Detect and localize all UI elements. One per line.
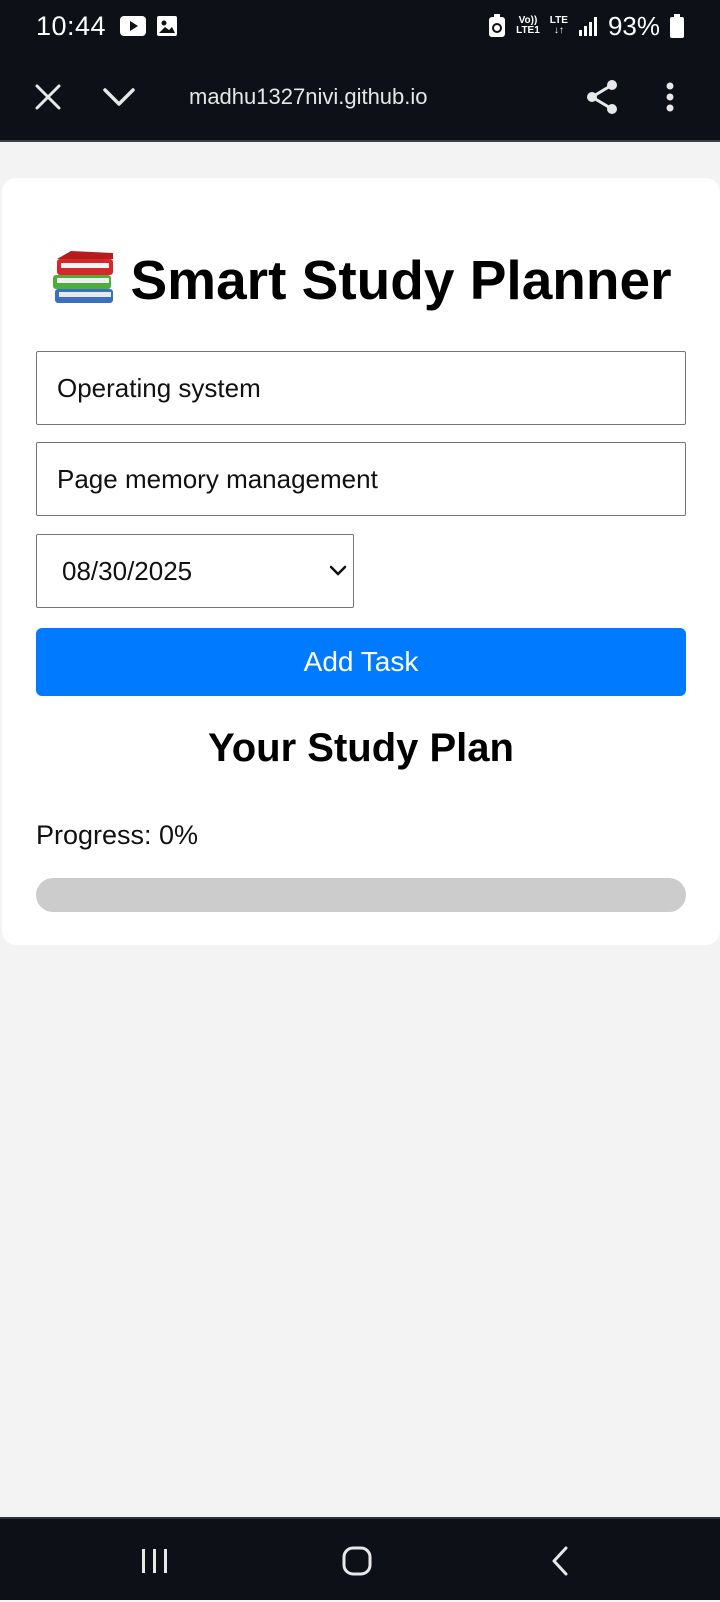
page-content: Smart Study Planner Operating system Pag…	[0, 142, 720, 1517]
title-text: Smart Study Planner	[130, 249, 672, 311]
page-title: Smart Study Planner	[2, 248, 720, 320]
progress-bar	[36, 878, 686, 912]
more-vert-icon[interactable]	[655, 52, 685, 142]
system-nav-bar	[0, 1517, 720, 1600]
topic-input[interactable]: Page memory management	[36, 442, 686, 516]
battery-percent: 93%	[607, 10, 660, 41]
browser-toolbar: madhu1327nivi.github.io	[0, 52, 720, 142]
lte-indicator: LTE ↓↑	[549, 15, 568, 36]
status-notification-icons	[120, 15, 178, 37]
chevron-down-icon[interactable]	[98, 52, 140, 142]
study-plan-heading: Your Study Plan	[208, 726, 514, 770]
progress-label: Progress: 0%	[36, 820, 199, 850]
recent-apps-icon[interactable]	[130, 1519, 180, 1602]
gallery-icon	[157, 16, 178, 36]
signal-icon	[578, 17, 597, 36]
date-value: 08/30/2025	[62, 555, 193, 586]
date-input[interactable]: 08/30/2025	[36, 534, 354, 608]
home-icon[interactable]	[332, 1519, 382, 1602]
status-time: 10:44	[36, 10, 107, 41]
url-display[interactable]: madhu1327nivi.github.io	[189, 52, 428, 142]
books-icon	[51, 249, 117, 320]
battery-saver-icon	[489, 14, 506, 37]
battery-icon	[670, 14, 684, 38]
youtube-icon	[120, 16, 147, 36]
planner-card: Smart Study Planner Operating system Pag…	[2, 178, 720, 945]
add-task-button[interactable]: Add Task	[36, 628, 686, 696]
back-icon[interactable]	[535, 1519, 585, 1602]
close-icon[interactable]	[28, 52, 68, 142]
volte-indicator: Vo)) LTE1	[516, 15, 540, 36]
chevron-down-icon	[329, 565, 347, 576]
status-right-group: Vo)) LTE1 LTE ↓↑ 93%	[488, 11, 684, 42]
status-bar: 10:44 Vo)) LTE1 LTE ↓↑ 93%	[0, 0, 720, 52]
share-icon[interactable]	[582, 52, 622, 142]
subject-input[interactable]: Operating system	[36, 351, 686, 425]
